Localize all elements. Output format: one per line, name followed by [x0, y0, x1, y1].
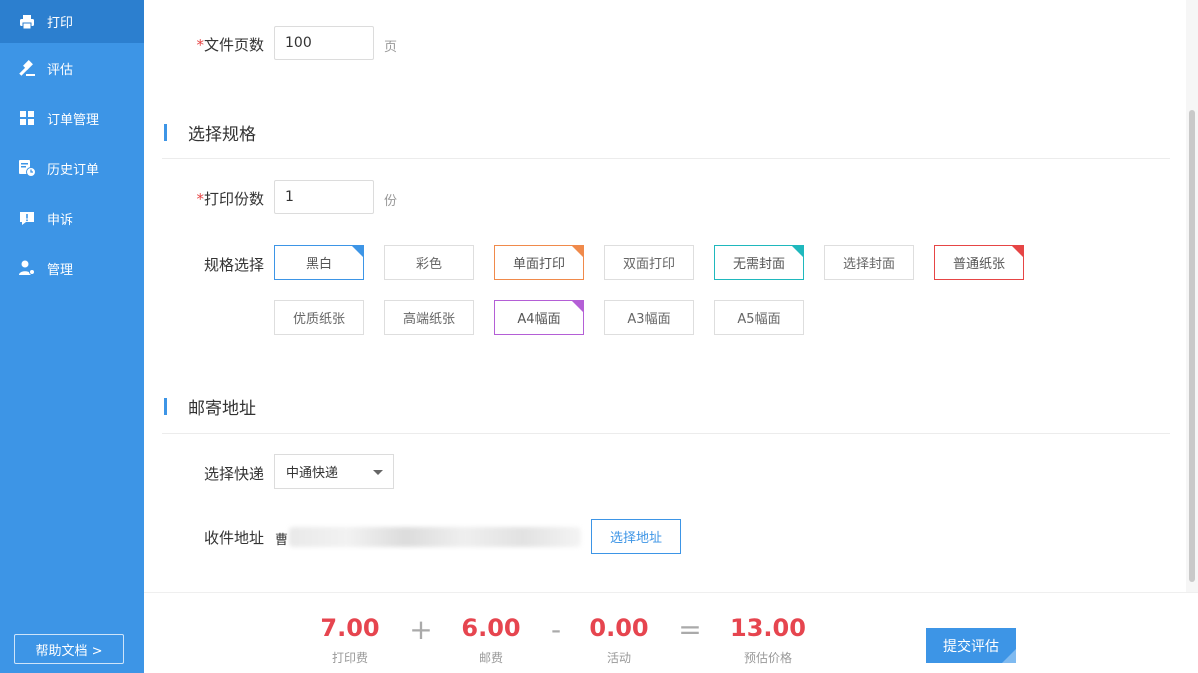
- sidebar-item-label: 打印: [47, 16, 74, 31]
- selected-corner-icon: [572, 301, 583, 312]
- spec-option[interactable]: 优质纸张: [274, 300, 364, 335]
- mail-section-title: 邮寄地址: [164, 394, 256, 419]
- selected-corner-icon: [792, 246, 803, 257]
- copies-label: *打印份数: [154, 188, 264, 209]
- spec-option-label: A5幅面: [737, 312, 781, 327]
- required-mark: *: [196, 190, 204, 208]
- divider: [162, 433, 1170, 434]
- spec-option[interactable]: A3幅面: [604, 300, 694, 335]
- selected-corner-icon: [352, 246, 363, 257]
- corner-fold-icon: [1002, 649, 1016, 663]
- activity: 0.00 活动: [564, 615, 674, 666]
- copies-unit: 份: [384, 194, 398, 209]
- spec-option-label: 彩色: [415, 257, 442, 272]
- gavel-icon: [18, 59, 36, 77]
- printer-icon: [18, 13, 36, 31]
- sidebar-item-label: 申诉: [47, 212, 74, 228]
- copies-input[interactable]: [274, 180, 374, 214]
- spec-option-label: 黑白: [305, 257, 332, 272]
- selected-corner-icon: [1012, 246, 1023, 257]
- select-address-button[interactable]: 选择地址: [591, 519, 681, 554]
- spec-section-title-text: 选择规格: [188, 125, 256, 145]
- user-gear-icon: [18, 259, 36, 277]
- sidebar-item-manage[interactable]: 管理: [0, 246, 144, 290]
- price-bar: 7.00 打印费 + 6.00 邮费 - 0.00 活动 = 13.00 预估价…: [144, 592, 1198, 673]
- pages-label: *文件页数: [154, 34, 264, 55]
- help-docs-button[interactable]: 帮助文档 >: [14, 634, 124, 664]
- submit-label: 提交评估: [943, 638, 999, 655]
- spec-option-label: 高端纸张: [402, 312, 455, 327]
- mail-section-title-text: 邮寄地址: [188, 399, 256, 419]
- courier-label: 选择快递: [203, 465, 264, 483]
- sidebar-item-history[interactable]: 历史订单: [0, 146, 144, 190]
- spec-option[interactable]: 普通纸张: [934, 245, 1024, 280]
- spec-option-label: A4幅面: [517, 312, 561, 327]
- submit-evaluation-button[interactable]: 提交评估: [926, 628, 1016, 663]
- address-value: 曹: [275, 533, 289, 548]
- divider: [162, 158, 1170, 159]
- scrollbar-thumb[interactable]: [1189, 110, 1195, 582]
- scrollbar[interactable]: [1186, 0, 1198, 592]
- spec-option[interactable]: A5幅面: [714, 300, 804, 335]
- sidebar-item-label: 评估: [47, 62, 74, 78]
- courier-select[interactable]: 中通快递: [274, 454, 394, 489]
- print-fee-label: 打印费: [331, 651, 368, 665]
- selected-corner-icon: [572, 246, 583, 257]
- required-mark: *: [196, 36, 204, 54]
- pages-unit: 页: [384, 40, 398, 55]
- sidebar-item-appeal[interactable]: 申诉: [0, 196, 144, 240]
- alert-icon: [18, 209, 36, 227]
- activity-label: 活动: [606, 651, 631, 665]
- activity-value: 0.00: [589, 614, 649, 642]
- sidebar-item-print[interactable]: 打印: [0, 0, 144, 43]
- estimate-label: 预估价格: [743, 651, 792, 665]
- courier-select-value: 中通快递: [286, 466, 339, 481]
- pages-label-text: 文件页数: [203, 36, 264, 54]
- history-icon: [18, 159, 36, 177]
- copies-label-text: 打印份数: [203, 190, 264, 208]
- plus-operator: +: [409, 613, 433, 646]
- spec-option[interactable]: 彩色: [384, 245, 474, 280]
- sidebar-item-label: 历史订单: [47, 162, 100, 178]
- section-marker: [164, 124, 167, 141]
- spec-option-label: 优质纸张: [292, 312, 345, 327]
- pages-input[interactable]: [274, 26, 374, 60]
- postage-value: 6.00: [461, 614, 521, 642]
- spec-label: 规格选择: [203, 256, 264, 274]
- spec-option[interactable]: 高端纸张: [384, 300, 474, 335]
- address-blurred: [289, 527, 581, 547]
- postage-label: 邮费: [478, 651, 503, 665]
- sidebar-item-label: 管理: [47, 262, 74, 278]
- caret-down-icon: [373, 470, 383, 475]
- spec-section-title: 选择规格: [164, 120, 256, 145]
- sidebar-item-evaluate[interactable]: 评估: [0, 46, 144, 90]
- spec-option-label: 普通纸张: [952, 257, 1005, 272]
- main-content: *文件页数 页 选择规格 *打印份数 份 规格选择 黑白彩色单面打印双面打印无需…: [144, 0, 1198, 673]
- equals-operator: =: [678, 613, 702, 646]
- spec-option[interactable]: 无需封面: [714, 245, 804, 280]
- spec-option[interactable]: A4幅面: [494, 300, 584, 335]
- spec-option[interactable]: 单面打印: [494, 245, 584, 280]
- spec-option-label: 双面打印: [622, 257, 675, 272]
- spec-option-label: 选择封面: [842, 257, 895, 272]
- grid-icon: [18, 109, 36, 127]
- sidebar-item-label: 订单管理: [47, 112, 100, 128]
- spec-option-label: 无需封面: [732, 257, 785, 272]
- sidebar-item-orders[interactable]: 订单管理: [0, 96, 144, 140]
- section-marker: [164, 398, 167, 415]
- sidebar: 打印 评估 订单管理 历史订单 申诉 管理 帮助文档 >: [0, 0, 144, 673]
- postage: 6.00 邮费: [436, 615, 546, 666]
- print-fee-value: 7.00: [320, 614, 380, 642]
- spec-option[interactable]: 双面打印: [604, 245, 694, 280]
- address-label: 收件地址: [203, 529, 264, 547]
- estimate: 13.00 预估价格: [713, 615, 823, 666]
- spec-option[interactable]: 选择封面: [824, 245, 914, 280]
- estimate-value: 13.00: [730, 614, 806, 642]
- spec-option-label: 单面打印: [512, 257, 565, 272]
- spec-option-label: A3幅面: [627, 312, 671, 327]
- spec-option[interactable]: 黑白: [274, 245, 364, 280]
- print-fee: 7.00 打印费: [295, 615, 405, 666]
